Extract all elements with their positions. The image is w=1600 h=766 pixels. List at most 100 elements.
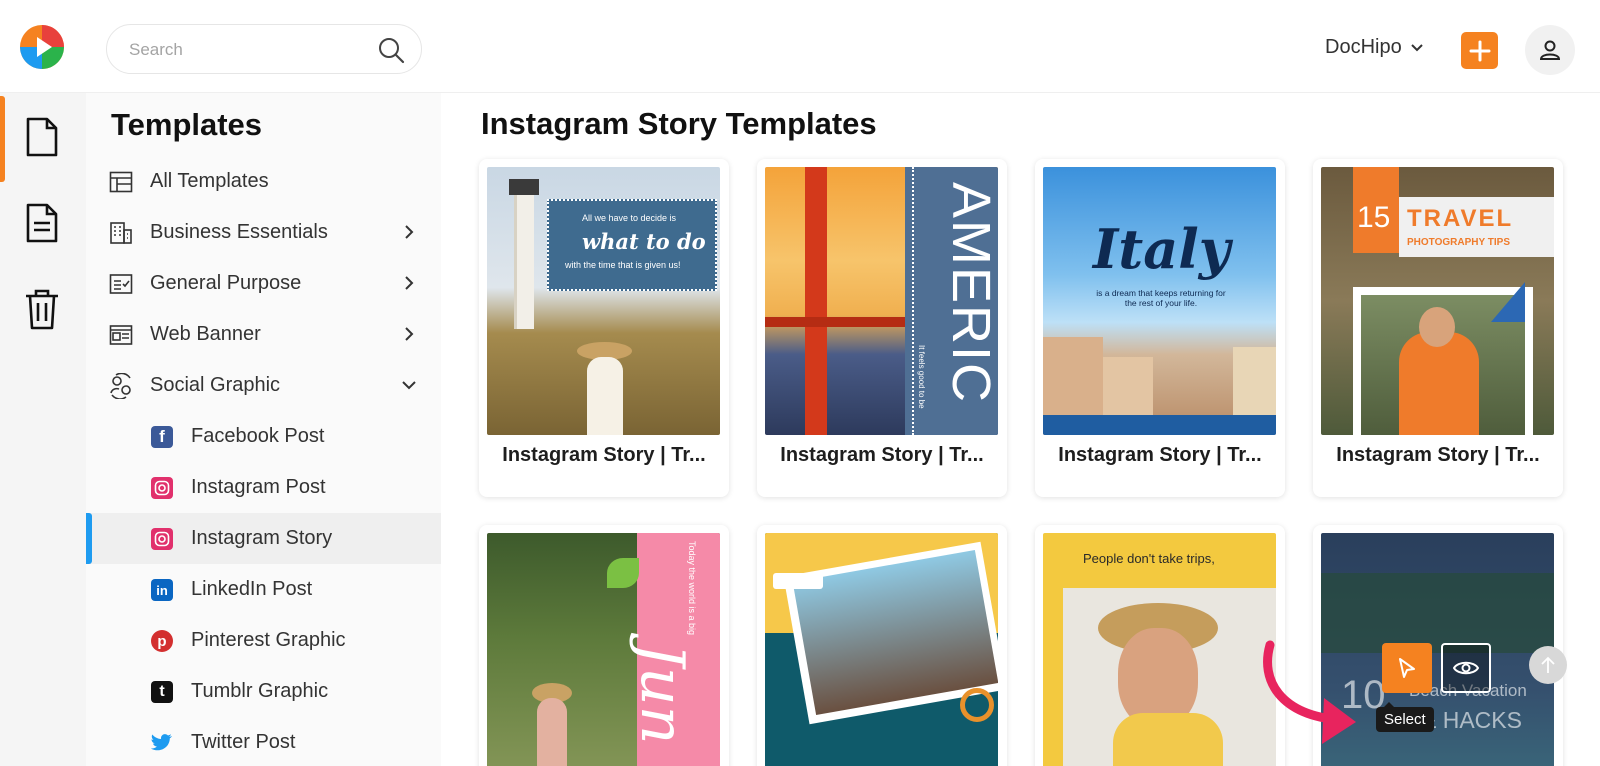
eye-icon — [1453, 661, 1479, 675]
page-title: Instagram Story Templates — [481, 106, 877, 141]
create-new-button[interactable] — [1461, 32, 1498, 69]
sidebar-item-label: Tumblr Graphic — [191, 680, 329, 702]
chevron-right-icon — [405, 276, 414, 290]
thumb-text: what to do — [582, 229, 706, 254]
facebook-icon: f — [149, 424, 175, 450]
pinterest-icon: p — [149, 628, 175, 654]
user-avatar-button[interactable] — [1525, 25, 1575, 75]
thumb-text: PHOTOGRAPHY TIPS — [1407, 237, 1510, 248]
rail-active-indicator — [0, 96, 5, 182]
sidebar-item-label: Web Banner — [150, 323, 261, 345]
chevron-right-icon — [405, 327, 414, 341]
preview-template-button[interactable] — [1441, 643, 1491, 693]
sidebar-item-all-templates[interactable]: All Templates — [86, 156, 441, 207]
sidebar-item-label: Pinterest Graphic — [191, 629, 346, 651]
thumb-text: People don't take trips, — [1083, 551, 1215, 566]
document-icon[interactable] — [22, 115, 62, 159]
top-bar: DocHipo — [0, 0, 1600, 93]
chevron-right-icon — [405, 225, 414, 239]
sidebar-item-facebook-post[interactable]: f Facebook Post — [86, 411, 441, 462]
social-icon — [108, 373, 134, 399]
template-thumbnail[interactable]: Today the world is a big Jun — [487, 533, 720, 766]
thumb-text: AMERIC — [941, 182, 998, 405]
thumb-text: Jun — [627, 643, 697, 745]
scroll-to-top-button[interactable] — [1529, 646, 1567, 684]
template-thumbnail[interactable]: Italy is a dream that keeps returning fo… — [1043, 167, 1276, 435]
template-title[interactable]: Instagram Story | Tr... — [757, 444, 1007, 467]
left-rail — [0, 93, 86, 766]
templates-sidebar: Templates All Templates Business Essenti… — [86, 93, 441, 766]
plus-icon — [1469, 40, 1490, 61]
thumb-text: with the time that is given us! — [565, 260, 681, 270]
template-thumbnail[interactable]: People don't take trips, — [1043, 533, 1276, 766]
sidebar-item-label: Twitter Post — [191, 731, 296, 753]
sidebar-item-label: All Templates — [150, 170, 269, 192]
sidebar-item-instagram-story[interactable]: Instagram Story — [86, 513, 441, 564]
sidebar-item-twitter-post[interactable]: Twitter Post — [86, 717, 441, 766]
sidebar-item-business-essentials[interactable]: Business Essentials — [86, 207, 441, 258]
select-tooltip: Select — [1376, 702, 1434, 732]
sidebar-item-label: Instagram Story — [191, 527, 333, 549]
sidebar-item-general-purpose[interactable]: General Purpose — [86, 258, 441, 309]
sidebar-item-web-banner[interactable]: Web Banner — [86, 309, 441, 360]
thumb-text: is a dream that keeps returning for the … — [1096, 288, 1226, 308]
workspace-label: DocHipo — [1325, 36, 1402, 58]
template-card[interactable] — [757, 525, 1007, 766]
cursor-icon — [1399, 658, 1415, 678]
select-template-button[interactable] — [1382, 643, 1432, 693]
trash-icon[interactable] — [22, 287, 62, 331]
chevron-down-icon — [402, 381, 416, 390]
template-thumbnail[interactable]: All we have to decide is what to do with… — [487, 167, 720, 435]
template-card[interactable]: People don't take trips, — [1035, 525, 1285, 766]
template-card[interactable]: 15 TRAVEL PHOTOGRAPHY TIPS Instagram Sto… — [1313, 159, 1563, 497]
twitter-icon — [149, 730, 175, 756]
search-box[interactable] — [106, 24, 422, 74]
sidebar-item-tumblr-graphic[interactable]: t Tumblr Graphic — [86, 666, 441, 717]
checklist-icon — [108, 271, 134, 297]
search-input[interactable] — [129, 37, 369, 63]
sidebar-item-label: LinkedIn Post — [191, 578, 313, 600]
sidebar-item-instagram-post[interactable]: Instagram Post — [86, 462, 441, 513]
thumb-text: & HACKS — [1421, 707, 1522, 733]
sidebar-item-label: General Purpose — [150, 272, 302, 294]
thumb-text: Italy — [1093, 217, 1231, 281]
annotation-arrow-icon — [1263, 640, 1356, 744]
template-card[interactable]: AMERIC It feels good to be Instagram Sto… — [757, 159, 1007, 497]
template-title[interactable]: Instagram Story | Tr... — [1313, 444, 1563, 467]
instagram-icon — [149, 526, 175, 552]
sidebar-item-label: Instagram Post — [191, 476, 326, 498]
linkedin-icon: in — [149, 577, 175, 603]
template-card[interactable]: Today the world is a big Jun — [479, 525, 729, 766]
workspace-dropdown[interactable]: DocHipo — [1325, 36, 1424, 59]
template-thumbnail[interactable]: AMERIC It feels good to be — [765, 167, 998, 435]
sidebar-item-label: Business Essentials — [150, 221, 328, 243]
sidebar-item-label: Social Graphic — [150, 374, 281, 396]
template-thumbnail[interactable]: 15 TRAVEL PHOTOGRAPHY TIPS — [1321, 167, 1554, 435]
building-icon — [108, 220, 134, 246]
instagram-icon — [149, 475, 175, 501]
layout-icon — [108, 169, 134, 195]
chevron-down-icon — [1410, 43, 1423, 51]
template-card[interactable]: Italy is a dream that keeps returning fo… — [1035, 159, 1285, 497]
thumb-text: 15 — [1357, 201, 1391, 234]
template-title[interactable]: Instagram Story | Tr... — [1035, 444, 1285, 467]
file-text-icon[interactable] — [22, 201, 62, 245]
sidebar-item-linkedin-post[interactable]: in LinkedIn Post — [86, 564, 441, 615]
arrow-up-icon — [1541, 656, 1555, 673]
banner-icon — [108, 322, 134, 348]
dochipo-logo[interactable] — [18, 23, 66, 71]
sidebar-item-social-graphic[interactable]: Social Graphic — [86, 360, 441, 411]
sidebar-heading: Templates — [111, 107, 263, 142]
sidebar-item-label: Facebook Post — [191, 425, 325, 447]
template-title[interactable]: Instagram Story | Tr... — [479, 444, 729, 467]
search-icon[interactable] — [377, 36, 405, 64]
thumb-text: Today the world is a big — [687, 541, 697, 636]
thumb-text: All we have to decide is — [582, 213, 677, 223]
thumb-text: It feels good to be — [917, 345, 926, 409]
template-card[interactable]: All we have to decide is what to do with… — [479, 159, 729, 497]
user-icon — [1539, 40, 1561, 60]
sidebar-item-pinterest-graphic[interactable]: p Pinterest Graphic — [86, 615, 441, 666]
tumblr-icon: t — [149, 679, 175, 705]
template-thumbnail[interactable] — [765, 533, 998, 766]
thumb-text: TRAVEL — [1407, 205, 1514, 232]
